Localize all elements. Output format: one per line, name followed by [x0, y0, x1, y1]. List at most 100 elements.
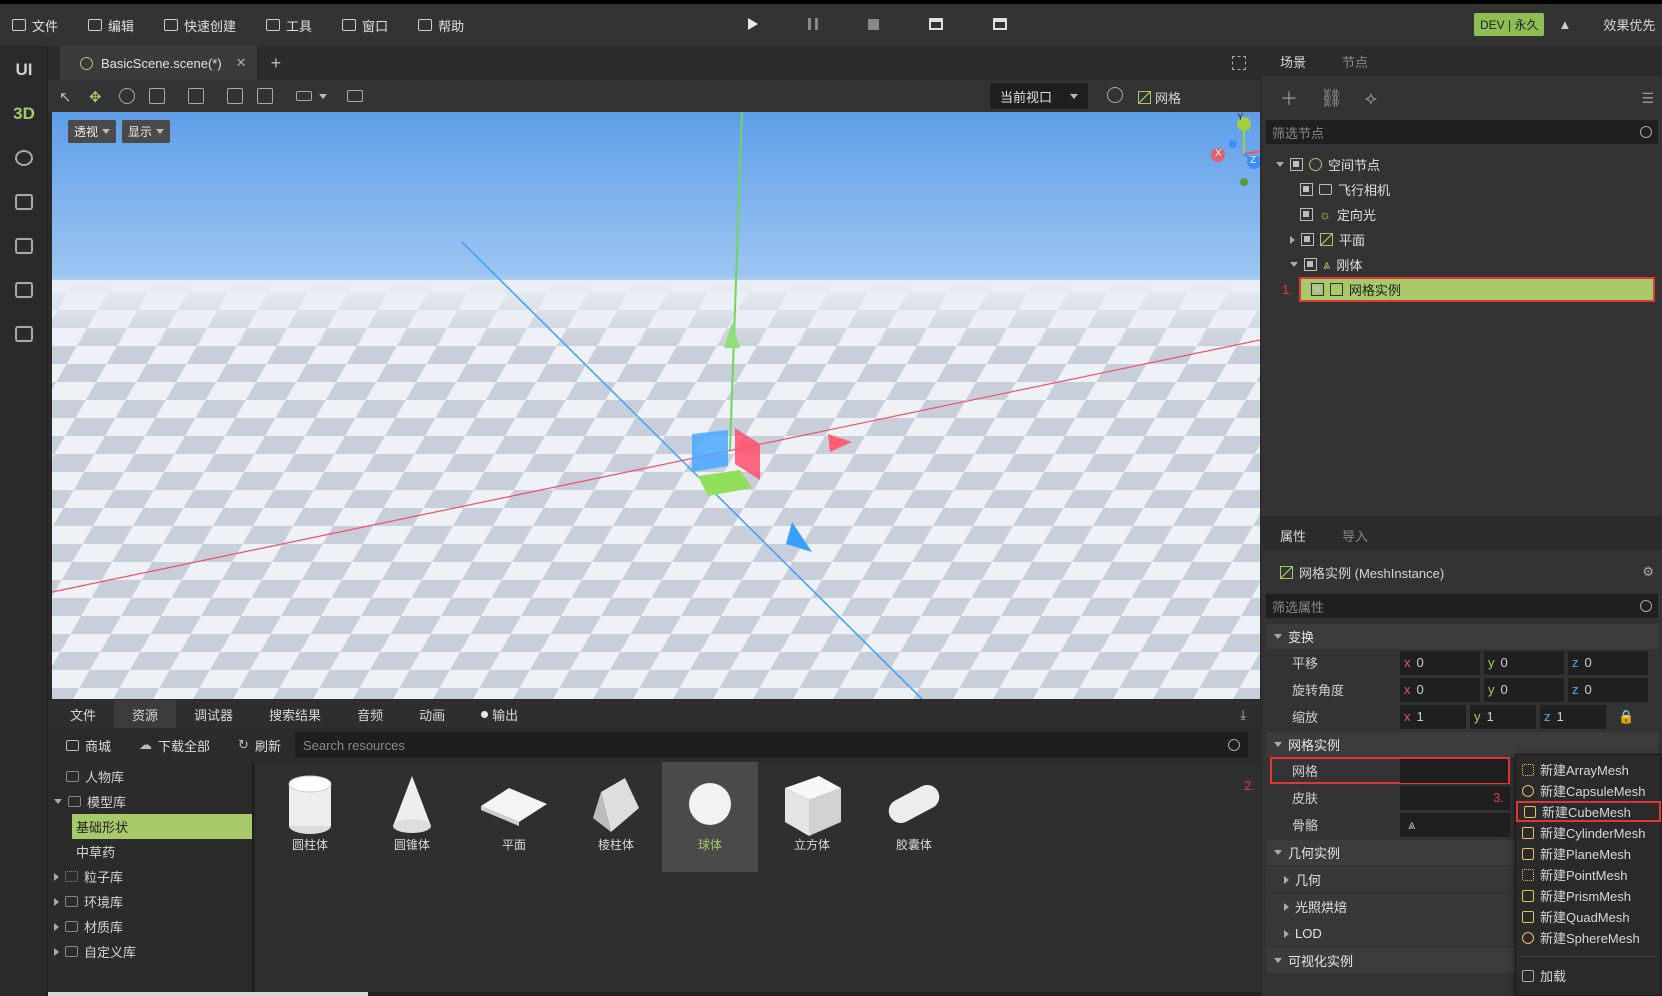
- quality-mode[interactable]: 效果优先: [1603, 15, 1655, 34]
- asset-cone[interactable]: 圆锥体: [364, 762, 460, 872]
- sliders-icon[interactable]: ⚙: [1642, 564, 1654, 580]
- resource-search-input[interactable]: Search resources: [303, 738, 405, 753]
- visibility-checkbox[interactable]: [1301, 233, 1314, 246]
- move-icon[interactable]: ✥: [89, 88, 105, 106]
- focus-icon[interactable]: [188, 88, 204, 104]
- menu-new-capsulemesh[interactable]: 新建CapsuleMesh: [1516, 780, 1661, 801]
- download-all-button[interactable]: ☁ 下载全部: [125, 736, 224, 755]
- resource-search[interactable]: Search resources: [294, 732, 1248, 758]
- expand-arrow-icon[interactable]: [54, 799, 62, 804]
- tab-import[interactable]: 导入: [1324, 520, 1386, 550]
- display-button[interactable]: 显示: [122, 120, 171, 143]
- node-filter-input[interactable]: 筛选节点: [1272, 123, 1324, 142]
- expand-arrow-icon[interactable]: [1276, 162, 1284, 167]
- camera-preview-icon[interactable]: [347, 90, 363, 102]
- build-button[interactable]: [0, 224, 48, 268]
- node-fly-camera[interactable]: 飞行相机: [1262, 177, 1662, 202]
- ruler-icon[interactable]: [296, 91, 312, 101]
- menu-tools[interactable]: 工具: [254, 5, 324, 45]
- lib-basic-shapes[interactable]: 基础形状: [72, 814, 252, 839]
- tab-audio[interactable]: 音频: [339, 700, 401, 728]
- asset-sphere[interactable]: 球体: [662, 762, 758, 872]
- add-node-icon[interactable]: ＋: [1280, 85, 1298, 111]
- play-custom-scene-icon[interactable]: [993, 18, 1007, 30]
- export-button[interactable]: [0, 268, 48, 312]
- link-icon[interactable]: ⛓: [1320, 88, 1343, 109]
- mesh-resource-field[interactable]: [1400, 758, 1508, 783]
- tab-animation[interactable]: 动画: [401, 700, 463, 728]
- rotation-y[interactable]: y0: [1484, 677, 1564, 702]
- tab-scene[interactable]: 场景: [1262, 46, 1324, 76]
- collapse-arrow-icon[interactable]: [54, 897, 59, 906]
- lib-custom[interactable]: 自定义库: [48, 939, 252, 964]
- node-directional-light[interactable]: ☼ 定向光: [1262, 202, 1662, 227]
- path-tool-button[interactable]: [0, 136, 48, 180]
- asset-capsule[interactable]: 胶囊体: [866, 762, 962, 872]
- menu-quick-create[interactable]: 快速创建: [152, 5, 248, 45]
- asset-plane[interactable]: 平面: [466, 762, 562, 872]
- close-icon[interactable]: ✕: [236, 55, 247, 71]
- menu-new-arraymesh[interactable]: 新建ArrayMesh: [1516, 759, 1661, 780]
- lib-materials[interactable]: 材质库: [48, 914, 252, 939]
- refresh-button[interactable]: ↻ 刷新: [224, 736, 295, 755]
- visibility-checkbox[interactable]: [1300, 208, 1313, 221]
- rotation-x[interactable]: x0: [1400, 677, 1480, 702]
- node-mesh-instance[interactable]: 网格实例: [1298, 277, 1655, 302]
- gizmo-plane-z[interactable]: [692, 430, 728, 472]
- node-rigidbody[interactable]: ⩓ 刚体: [1262, 252, 1662, 277]
- menu-icon[interactable]: ☰: [1641, 90, 1654, 107]
- translate-x[interactable]: x0: [1400, 650, 1480, 675]
- section-transform[interactable]: 变换: [1266, 624, 1658, 649]
- scrollbar-thumb[interactable]: [48, 992, 368, 996]
- menu-window[interactable]: 窗口: [330, 5, 400, 45]
- node-plane[interactable]: 平面: [1262, 227, 1662, 252]
- tab-node[interactable]: 节点: [1324, 46, 1386, 76]
- search-icon[interactable]: [1640, 126, 1652, 138]
- translate-y[interactable]: y0: [1484, 650, 1564, 675]
- play-scene-icon[interactable]: [929, 18, 943, 30]
- scale-z[interactable]: z1: [1540, 704, 1606, 729]
- fullscreen-icon[interactable]: [1232, 56, 1246, 70]
- store-button[interactable]: 商城: [52, 736, 125, 755]
- menu-edit[interactable]: 编辑: [76, 5, 146, 45]
- collapse-arrow-icon[interactable]: [54, 922, 59, 931]
- asset-prism[interactable]: 棱柱体: [568, 762, 664, 872]
- lib-herbs[interactable]: 中草药: [48, 839, 252, 864]
- ui-mode-button[interactable]: UI: [0, 48, 48, 92]
- add-tab-button[interactable]: +: [271, 53, 282, 74]
- tab-debugger[interactable]: 调试器: [176, 700, 251, 728]
- scale-icon[interactable]: [149, 88, 165, 104]
- local-space-icon[interactable]: [227, 88, 243, 104]
- visibility-checkbox[interactable]: [1310, 283, 1324, 296]
- menu-new-quadmesh[interactable]: 新建QuadMesh: [1516, 906, 1661, 927]
- scale-x[interactable]: x1: [1400, 704, 1466, 729]
- collapse-arrow-icon[interactable]: [1290, 235, 1295, 244]
- lib-characters[interactable]: 人物库: [48, 764, 252, 789]
- menu-new-spheremesh[interactable]: 新建SphereMesh: [1516, 927, 1661, 948]
- graduation-cap-icon[interactable]: ▲: [1558, 17, 1571, 32]
- collapse-panel-icon[interactable]: ⤓: [1240, 707, 1246, 723]
- collapse-arrow-icon[interactable]: [54, 872, 59, 881]
- skin-resource-field[interactable]: 3.: [1400, 785, 1510, 810]
- menu-new-prismmesh[interactable]: 新建PrismMesh: [1516, 885, 1661, 906]
- tab-files[interactable]: 文件: [48, 700, 114, 728]
- search-icon[interactable]: [1228, 739, 1240, 751]
- license-badge[interactable]: DEV | 永久: [1474, 13, 1545, 36]
- search-icon[interactable]: [1640, 600, 1652, 612]
- 3d-mode-button[interactable]: 3D: [0, 92, 48, 136]
- tab-search-results[interactable]: 搜索结果: [251, 700, 339, 728]
- import-button[interactable]: [0, 312, 48, 356]
- menu-file[interactable]: 文件: [0, 5, 70, 45]
- menu-new-planemesh[interactable]: 新建PlaneMesh: [1516, 843, 1661, 864]
- visibility-checkbox[interactable]: [1290, 158, 1303, 171]
- menu-new-cubemesh[interactable]: 新建CubeMesh: [1516, 801, 1661, 822]
- menu-load[interactable]: 加载: [1516, 965, 1661, 986]
- pause-icon[interactable]: [808, 18, 818, 30]
- scene-tab[interactable]: BasicScene.scene(*) ✕: [60, 46, 257, 80]
- scale-y[interactable]: y1: [1470, 704, 1536, 729]
- visibility-checkbox[interactable]: [1304, 258, 1317, 271]
- menu-new-pointmesh[interactable]: 新建PointMesh: [1516, 864, 1661, 885]
- tab-properties[interactable]: 属性: [1262, 520, 1324, 550]
- collapse-arrow-icon[interactable]: [54, 947, 59, 956]
- asset-cylinder[interactable]: 圆柱体: [262, 762, 358, 872]
